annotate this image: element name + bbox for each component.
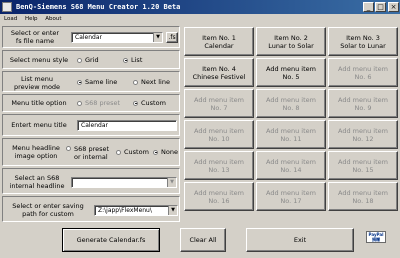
menu-item-label: Add menu item No. 13 [194, 157, 244, 174]
menu-bar: Load Help About [0, 14, 400, 24]
title-custom-radio[interactable]: Custom [133, 99, 166, 108]
minimize-icon[interactable]: _ [363, 2, 374, 12]
menu-item-button-3[interactable]: Item No. 3 Solar to Lunar [328, 27, 398, 56]
menu-item-button-8[interactable]: Add menu item No. 8 [256, 89, 326, 118]
menu-style-panel: Select menu style Grid List [2, 50, 180, 69]
menu-item-label: Add menu item No. 10 [194, 126, 244, 143]
save-path-value: Z:\japp\FlexMenu\ [98, 207, 152, 214]
menu-item-label: Add menu item No. 15 [338, 157, 388, 174]
menu-item-button-12[interactable]: Add menu item No. 12 [328, 120, 398, 149]
style-grid-radio[interactable]: Grid [77, 56, 99, 65]
menu-item-label: Add menu item No. 14 [266, 157, 316, 174]
menu-item-button-5[interactable]: Add menu item No. 5 [256, 58, 326, 87]
title-option-label: Menu title option [11, 99, 67, 107]
menu-item-button-17[interactable]: Add menu item No. 17 [256, 182, 326, 211]
menu-item-label: Add menu item No. 12 [338, 126, 388, 143]
menu-title-panel: Entert menu title Calendar [2, 114, 180, 136]
menu-item-label: Add menu item No. 7 [194, 95, 244, 112]
preview-mode-label: List menu preview mode [13, 75, 61, 91]
paypal-donate-icon[interactable]: PayPal 捐赠 [366, 231, 386, 243]
internal-headline-combobox[interactable]: ▼ [71, 177, 177, 188]
fs-file-value: Calendar [75, 34, 102, 41]
menu-item-label: Add menu item No. 16 [194, 188, 244, 205]
internal-headline-panel: Select an S68 internal headline ▼ [2, 168, 180, 194]
fs-file-label: Select or enter fs file name [10, 29, 60, 45]
menu-item-label: Add menu item No. 5 [266, 64, 316, 81]
menu-item-button-6[interactable]: Add menu item No. 6 [328, 58, 398, 87]
menu-item-label: Add menu item No. 9 [338, 95, 388, 112]
maximize-icon[interactable]: □ [375, 2, 386, 12]
save-path-label: Select or enter saving path for custom [12, 202, 84, 218]
menu-item-label: Add menu item No. 8 [266, 95, 316, 112]
preview-same-line-radio[interactable]: Same line [77, 78, 117, 87]
menu-title-label: Entert menu title [11, 121, 67, 129]
menu-item-button-1[interactable]: Item No. 1 Calendar [184, 27, 254, 56]
preview-mode-panel: List menu preview mode Same line Next li… [2, 71, 180, 92]
menu-item-button-13[interactable]: Add menu item No. 13 [184, 151, 254, 180]
menu-item-button-4[interactable]: Item No. 4 Chinese Festivel [184, 58, 254, 87]
menu-item-label: Item No. 3 Solar to Lunar [340, 33, 386, 50]
fs-ext-button[interactable]: .fs [166, 32, 178, 43]
menu-item-label: Add menu item No. 18 [338, 188, 388, 205]
menu-about[interactable]: About [45, 16, 61, 22]
menu-style-label: Select menu style [9, 56, 69, 64]
menu-load[interactable]: Load [4, 16, 17, 22]
close-icon[interactable]: × [388, 2, 399, 12]
exit-button[interactable]: Exit [246, 228, 354, 252]
menu-item-label: Add menu item No. 17 [266, 188, 316, 205]
menu-item-button-9[interactable]: Add menu item No. 9 [328, 89, 398, 118]
menu-item-label: Item No. 2 Lunar to Solar [268, 33, 314, 50]
menu-help[interactable]: Help [25, 16, 38, 22]
clear-all-button[interactable]: Clear All [180, 228, 226, 252]
menu-item-button-18[interactable]: Add menu item No. 18 [328, 182, 398, 211]
chevron-down-icon[interactable]: ▼ [168, 206, 177, 215]
title-bar: BenQ-Siemens S68 Menu Creator 1.20 Beta … [0, 0, 400, 14]
title-option-panel: Menu title option S68 preset Custom [2, 94, 180, 112]
preview-next-line-radio[interactable]: Next line [133, 78, 170, 87]
headline-option-panel: Menu headline image option S68 preset or… [2, 138, 180, 166]
menu-item-button-16[interactable]: Add menu item No. 16 [184, 182, 254, 211]
menu-item-button-7[interactable]: Add menu item No. 7 [184, 89, 254, 118]
menu-item-button-2[interactable]: Item No. 2 Lunar to Solar [256, 27, 326, 56]
save-path-combobox[interactable]: Z:\japp\FlexMenu\ ▼ [94, 205, 178, 216]
menu-title-input[interactable]: Calendar [77, 120, 177, 131]
chevron-down-icon[interactable]: ▼ [153, 33, 162, 42]
menu-item-label: Item No. 4 Chinese Festivel [192, 64, 246, 81]
menu-item-label: Add menu item No. 11 [266, 126, 316, 143]
headline-none-radio[interactable]: None [153, 148, 178, 157]
menu-item-label: Item No. 1 Calendar [202, 33, 236, 50]
style-list-radio[interactable]: List [123, 56, 142, 65]
internal-headline-label: Select an S68 internal headline [9, 174, 65, 190]
chevron-down-icon[interactable]: ▼ [167, 178, 176, 187]
menu-item-button-11[interactable]: Add menu item No. 11 [256, 120, 326, 149]
window-title: BenQ-Siemens S68 Menu Creator 1.20 Beta [16, 3, 181, 11]
menu-item-label: Add menu item No. 6 [338, 64, 388, 81]
menu-item-button-14[interactable]: Add menu item No. 14 [256, 151, 326, 180]
save-path-panel: Select or enter saving path for custom Z… [2, 196, 180, 222]
app-icon [2, 2, 12, 12]
menu-item-button-10[interactable]: Add menu item No. 10 [184, 120, 254, 149]
headline-s68-preset-radio[interactable]: S68 preset or internal [66, 145, 109, 161]
headline-option-label: Menu headline image option [12, 144, 60, 160]
fs-file-panel: Select or enter fs file name Calendar ▼ … [2, 26, 180, 48]
menu-item-button-15[interactable]: Add menu item No. 15 [328, 151, 398, 180]
fs-file-combobox[interactable]: Calendar ▼ [71, 32, 163, 43]
generate-fs-button[interactable]: Generate Calendar.fs [62, 228, 160, 252]
headline-custom-radio[interactable]: Custom [116, 148, 149, 157]
title-s68-preset-radio[interactable]: S68 preset [77, 99, 120, 108]
